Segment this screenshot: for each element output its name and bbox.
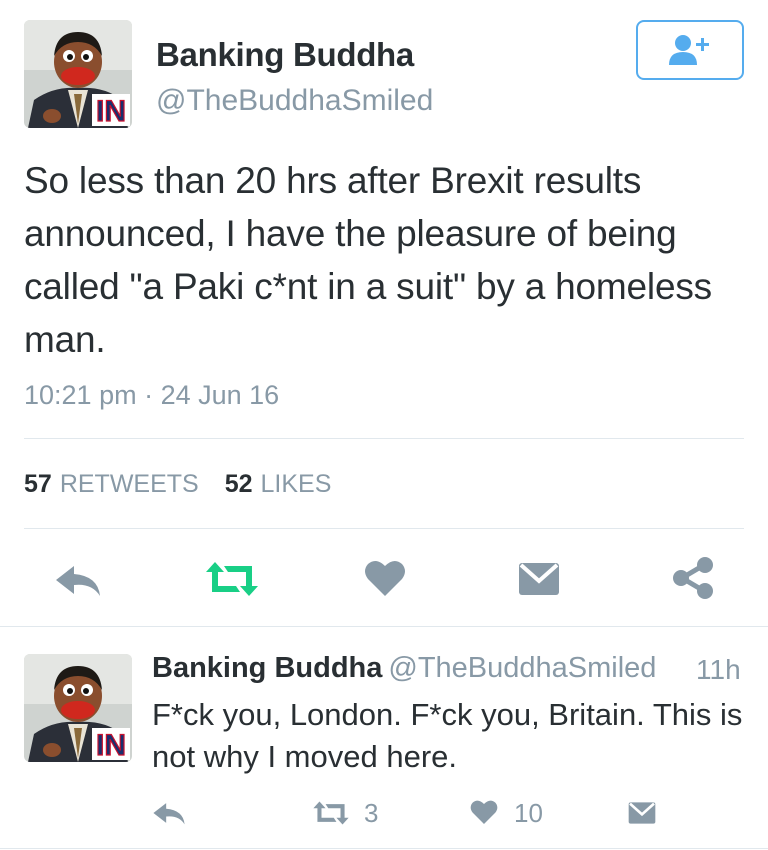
author-display-name[interactable]: Banking Buddha <box>156 36 414 74</box>
tweet-stats: 57 RETWEETS 52 LIKES <box>24 470 331 499</box>
tweet-timestamp[interactable]: 10:21 pm · 24 Jun 16 <box>24 380 279 411</box>
divider <box>0 626 768 627</box>
reply-time[interactable]: 11h <box>696 654 741 686</box>
reply-retweet-count: 3 <box>364 798 379 828</box>
reply-icon[interactable] <box>54 562 102 598</box>
likes-count: 52 <box>224 470 253 498</box>
heart-icon[interactable] <box>364 558 406 598</box>
reply-like-count: 10 <box>514 798 543 828</box>
divider <box>24 438 744 439</box>
reply-icon[interactable] <box>152 800 186 826</box>
avatar-badge-text: IN <box>96 729 126 762</box>
likes-stat[interactable]: 52 LIKES <box>225 470 332 499</box>
author-handle[interactable]: @TheBuddhaSmiled <box>156 84 433 118</box>
divider <box>0 848 768 849</box>
message-icon[interactable] <box>518 560 560 598</box>
share-icon[interactable] <box>672 556 714 600</box>
likes-label: LIKES <box>260 470 332 498</box>
retweet-icon[interactable] <box>204 560 260 598</box>
divider <box>24 528 744 529</box>
reply-author-name[interactable]: Banking Buddha <box>152 652 382 684</box>
retweets-stat[interactable]: 57 RETWEETS <box>24 470 199 499</box>
follow-user-icon <box>669 35 709 65</box>
heart-icon[interactable] <box>470 798 498 826</box>
retweets-count: 57 <box>24 470 52 498</box>
message-icon[interactable] <box>628 800 656 826</box>
reply-author-handle[interactable]: @TheBuddhaSmiled <box>388 652 656 684</box>
reply-author-avatar[interactable]: IN <box>24 654 132 762</box>
reply-header: Banking Buddha @TheBuddhaSmiled <box>152 652 656 685</box>
follow-button[interactable] <box>636 20 744 80</box>
reply-text: F*ck you, London. F*ck you, Britain. Thi… <box>152 697 743 774</box>
tweet-text: So less than 20 hrs after Brexit results… <box>24 160 712 360</box>
retweets-label: RETWEETS <box>59 470 199 498</box>
avatar-badge-text: IN <box>96 95 126 128</box>
author-avatar[interactable]: IN <box>24 20 132 128</box>
retweet-icon[interactable] <box>312 800 350 826</box>
